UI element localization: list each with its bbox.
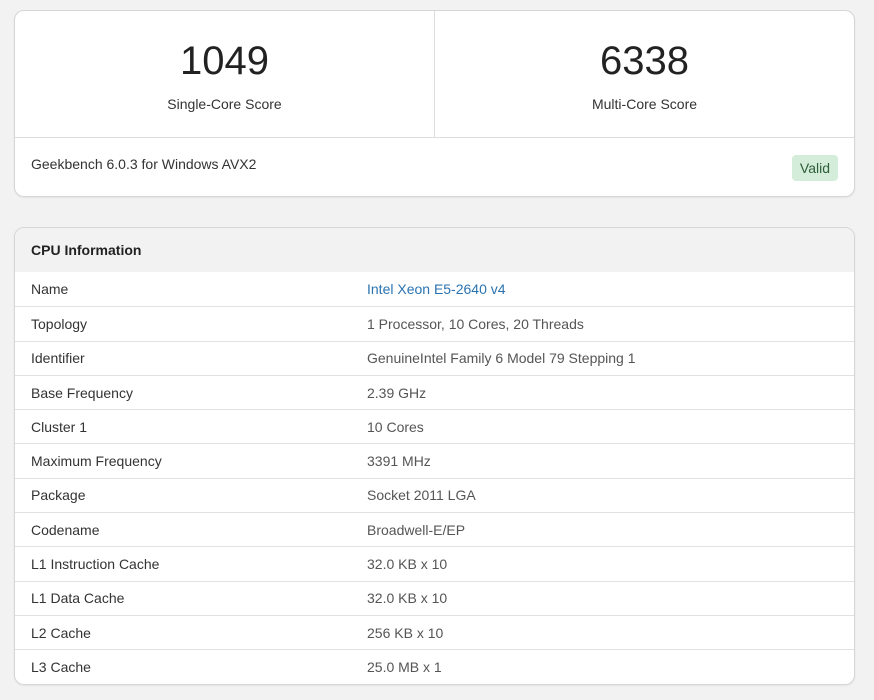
row-value: 2.39 GHz bbox=[367, 384, 427, 401]
table-row: Package Socket 2011 LGA bbox=[15, 477, 854, 512]
row-label: L1 Instruction Cache bbox=[31, 556, 160, 573]
row-value: 32.0 KB x 10 bbox=[367, 590, 448, 607]
table-row: L1 Instruction Cache 32.0 KB x 10 bbox=[15, 546, 854, 580]
table-row: L1 Data Cache 32.0 KB x 10 bbox=[15, 580, 854, 615]
row-value: GenuineIntel Family 6 Model 79 Stepping … bbox=[367, 350, 636, 367]
row-label: Cluster 1 bbox=[31, 418, 88, 435]
row-label: Maximum Frequency bbox=[31, 453, 162, 470]
row-label: Topology bbox=[31, 315, 88, 332]
row-label: Codename bbox=[31, 521, 100, 538]
row-value: Socket 2011 LGA bbox=[367, 487, 476, 504]
row-value: 25.0 MB x 1 bbox=[367, 658, 442, 675]
cpu-information-title: CPU Information bbox=[15, 228, 854, 272]
row-value: 1 Processor, 10 Cores, 20 Threads bbox=[367, 315, 584, 332]
row-label: Base Frequency bbox=[31, 384, 133, 401]
table-row: Codename Broadwell-E/EP bbox=[15, 512, 854, 546]
score-card: 1049 Single-Core Score 6338 Multi-Core S… bbox=[14, 10, 855, 197]
table-row: Topology 1 Processor, 10 Cores, 20 Thread… bbox=[15, 306, 854, 340]
table-row: Base Frequency 2.39 GHz bbox=[15, 374, 854, 409]
single-core-score: 1049 Single-Core Score bbox=[15, 11, 434, 137]
row-label: L3 Cache bbox=[31, 658, 91, 675]
multi-core-label: Multi-Core Score bbox=[591, 96, 698, 112]
row-label: L1 Data Cache bbox=[31, 590, 125, 607]
row-value: 32.0 KB x 10 bbox=[367, 556, 448, 573]
table-row: Maximum Frequency 3391 MHz bbox=[15, 443, 854, 477]
multi-core-score: 6338 Multi-Core Score bbox=[434, 11, 854, 137]
row-label: Name bbox=[31, 281, 69, 298]
row-value: 10 Cores bbox=[367, 418, 424, 435]
row-label: Identifier bbox=[31, 350, 85, 367]
multi-core-value: 6338 bbox=[600, 39, 689, 83]
row-value: 256 KB x 10 bbox=[367, 624, 444, 641]
single-core-label: Single-Core Score bbox=[167, 96, 282, 112]
row-label: L2 Cache bbox=[31, 624, 91, 641]
table-row: Name Intel Xeon E5-2640 v4 bbox=[15, 272, 854, 306]
row-value: Broadwell-E/EP bbox=[367, 521, 466, 538]
table-row: Cluster 1 10 Cores bbox=[15, 409, 854, 443]
cpu-information-card: CPU Information Name Intel Xeon E5-2640 v… bbox=[14, 227, 855, 685]
table-row: L2 Cache 256 KB x 10 bbox=[15, 614, 854, 649]
table-row: L3 Cache 25.0 MB x 1 bbox=[15, 649, 854, 683]
single-core-value: 1049 bbox=[180, 39, 269, 83]
row-value: 3391 MHz bbox=[367, 453, 431, 470]
table-row: Identifier GenuineIntel Family 6 Model 79… bbox=[15, 340, 854, 375]
version-text: Geekbench 6.0.3 for Windows AVX2 bbox=[31, 156, 257, 172]
cpu-name-link[interactable]: Intel Xeon E5-2640 v4 bbox=[367, 281, 506, 297]
row-label: Package bbox=[31, 487, 86, 504]
valid-badge: Valid bbox=[791, 155, 838, 181]
